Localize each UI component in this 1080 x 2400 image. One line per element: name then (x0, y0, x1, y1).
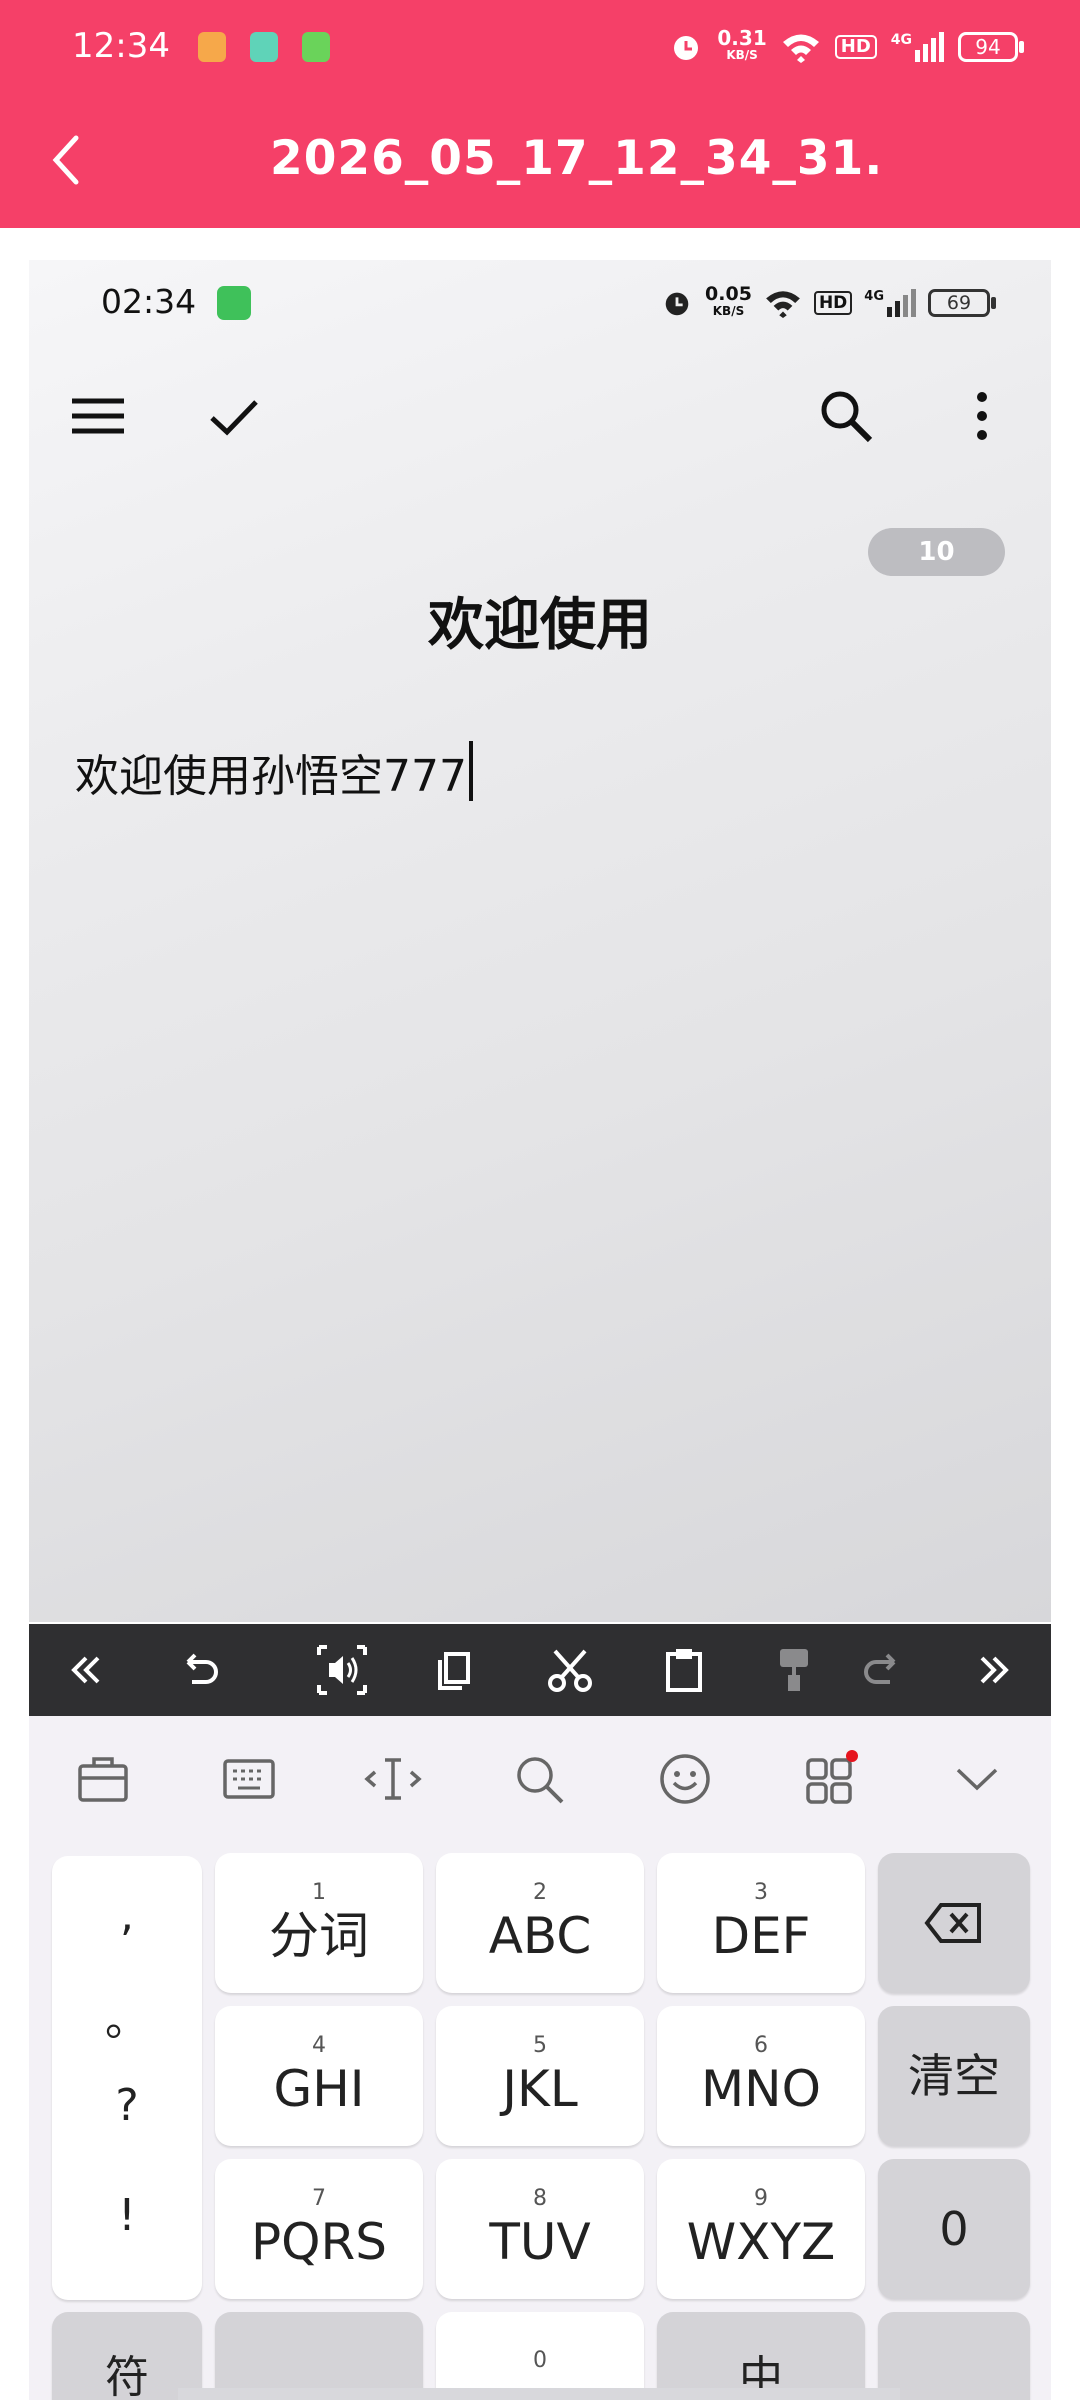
read-aloud-button[interactable] (312, 1640, 372, 1700)
paste-button[interactable] (654, 1640, 714, 1700)
undo-icon (186, 1653, 218, 1684)
inner-net-speed: 0.05 KB/S (705, 283, 752, 319)
keyboard-search-button[interactable] (508, 1748, 570, 1810)
punct-question[interactable]: ? (52, 2080, 202, 2131)
format-painter-button[interactable] (764, 1640, 824, 1700)
copy-button[interactable] (424, 1640, 484, 1700)
text-cursor (468, 741, 473, 801)
key-8[interactable]: 8 TUV (436, 2159, 644, 2299)
clipboard-icon (666, 1649, 702, 1692)
scissors-icon (548, 1649, 592, 1692)
inner-hd-badge: HD (813, 291, 853, 315)
shield-app-icon (250, 32, 278, 62)
key-5[interactable]: 5 JKL (436, 2006, 644, 2146)
net-speed: 0.31 KB/S (717, 26, 767, 62)
apps-button[interactable] (800, 1748, 862, 1810)
language-key[interactable]: 中 (657, 2312, 865, 2400)
redo-button[interactable] (852, 1640, 912, 1700)
keyboard-switch-button[interactable] (218, 1748, 280, 1810)
key-7[interactable]: 7 PQRS (215, 2159, 423, 2299)
status-time: 12:34 (72, 26, 170, 66)
undo-button[interactable] (170, 1640, 230, 1700)
char-count-badge: 10 (868, 528, 1005, 576)
check-icon[interactable] (202, 384, 266, 448)
keyboard-icon (223, 1759, 275, 1799)
keyboard-search-icon (517, 1757, 564, 1804)
redo-icon (864, 1653, 896, 1684)
menu-icon[interactable] (66, 384, 130, 448)
apps-grid-icon (806, 1750, 858, 1804)
key-2[interactable]: 2 ABC (436, 1853, 644, 1993)
scroll-left-button[interactable] (56, 1640, 116, 1700)
scroll-indicator (178, 2388, 900, 2400)
scroll-right-button[interactable] (964, 1640, 1024, 1700)
punctuation-column[interactable]: , 。 ? ! (52, 1856, 202, 2300)
enter-key[interactable] (878, 2312, 1030, 2400)
key-1[interactable]: 1 分词 (215, 1853, 423, 1993)
clear-key[interactable]: 清空 (878, 2006, 1030, 2146)
hd-badge: HD (834, 35, 877, 59)
cut-button[interactable] (540, 1640, 600, 1700)
double-left-icon (71, 1656, 100, 1684)
alarm-icon (674, 36, 699, 60)
key-6[interactable]: 6 MNO (657, 2006, 865, 2146)
status-icons: 0.31 KB/S HD 4G 94 (669, 24, 1024, 70)
punct-comma[interactable]: , (52, 1890, 202, 1941)
wifi-icon (782, 34, 819, 63)
note-title[interactable]: 欢迎使用 (0, 580, 1080, 661)
key-3[interactable]: 3 DEF (657, 1853, 865, 1993)
notes-app-icon (198, 32, 226, 62)
message-app-icon (302, 32, 330, 62)
page-title: 2026_05_17_12_34_31. (270, 131, 884, 186)
search-icon[interactable] (814, 384, 878, 448)
note-body[interactable]: 欢迎使用孙悟空777 (75, 740, 473, 804)
toolbox-button[interactable] (72, 1748, 134, 1810)
inner-battery-indicator: 69 (928, 289, 996, 317)
cursor-move-button[interactable] (362, 1748, 424, 1810)
inner-signal-icon: 4G (864, 289, 916, 317)
number-key[interactable] (215, 2312, 423, 2400)
inner-status-icons: 0.05 KB/S HD 4G 69 (661, 280, 996, 326)
punct-period[interactable]: 。 (52, 1984, 202, 2048)
signal-icon: 4G (891, 32, 944, 62)
key-9[interactable]: 9 WXYZ (657, 2159, 865, 2299)
backspace-key[interactable] (878, 1853, 1030, 1993)
more-options-icon[interactable] (950, 384, 1014, 448)
briefcase-icon (78, 1757, 128, 1802)
text-cursor-icon (364, 1758, 422, 1800)
speaker-icon (317, 1645, 367, 1695)
inner-wifi-icon (766, 291, 800, 318)
space-key[interactable]: 0 (436, 2312, 644, 2400)
chevron-down-icon (956, 1768, 998, 1791)
battery-indicator: 94 (958, 32, 1024, 62)
symbol-key[interactable]: 符 (52, 2312, 202, 2400)
inner-message-icon (217, 286, 251, 320)
punct-exclaim[interactable]: ! (52, 2190, 202, 2241)
emoji-icon (660, 1754, 710, 1804)
screenshot-preview (29, 260, 1051, 1622)
hide-keyboard-button[interactable] (946, 1748, 1008, 1810)
back-arrow-icon[interactable] (46, 130, 86, 190)
emoji-button[interactable] (654, 1748, 716, 1810)
key-4[interactable]: 4 GHI (215, 2006, 423, 2146)
format-brush-icon (780, 1649, 808, 1691)
inner-alarm-icon (665, 292, 689, 316)
zero-key[interactable]: 0 (878, 2159, 1030, 2299)
backspace-icon (924, 1903, 981, 1943)
double-right-icon (980, 1656, 1009, 1684)
inner-status-time: 02:34 (101, 282, 197, 321)
copy-icon (438, 1652, 470, 1690)
